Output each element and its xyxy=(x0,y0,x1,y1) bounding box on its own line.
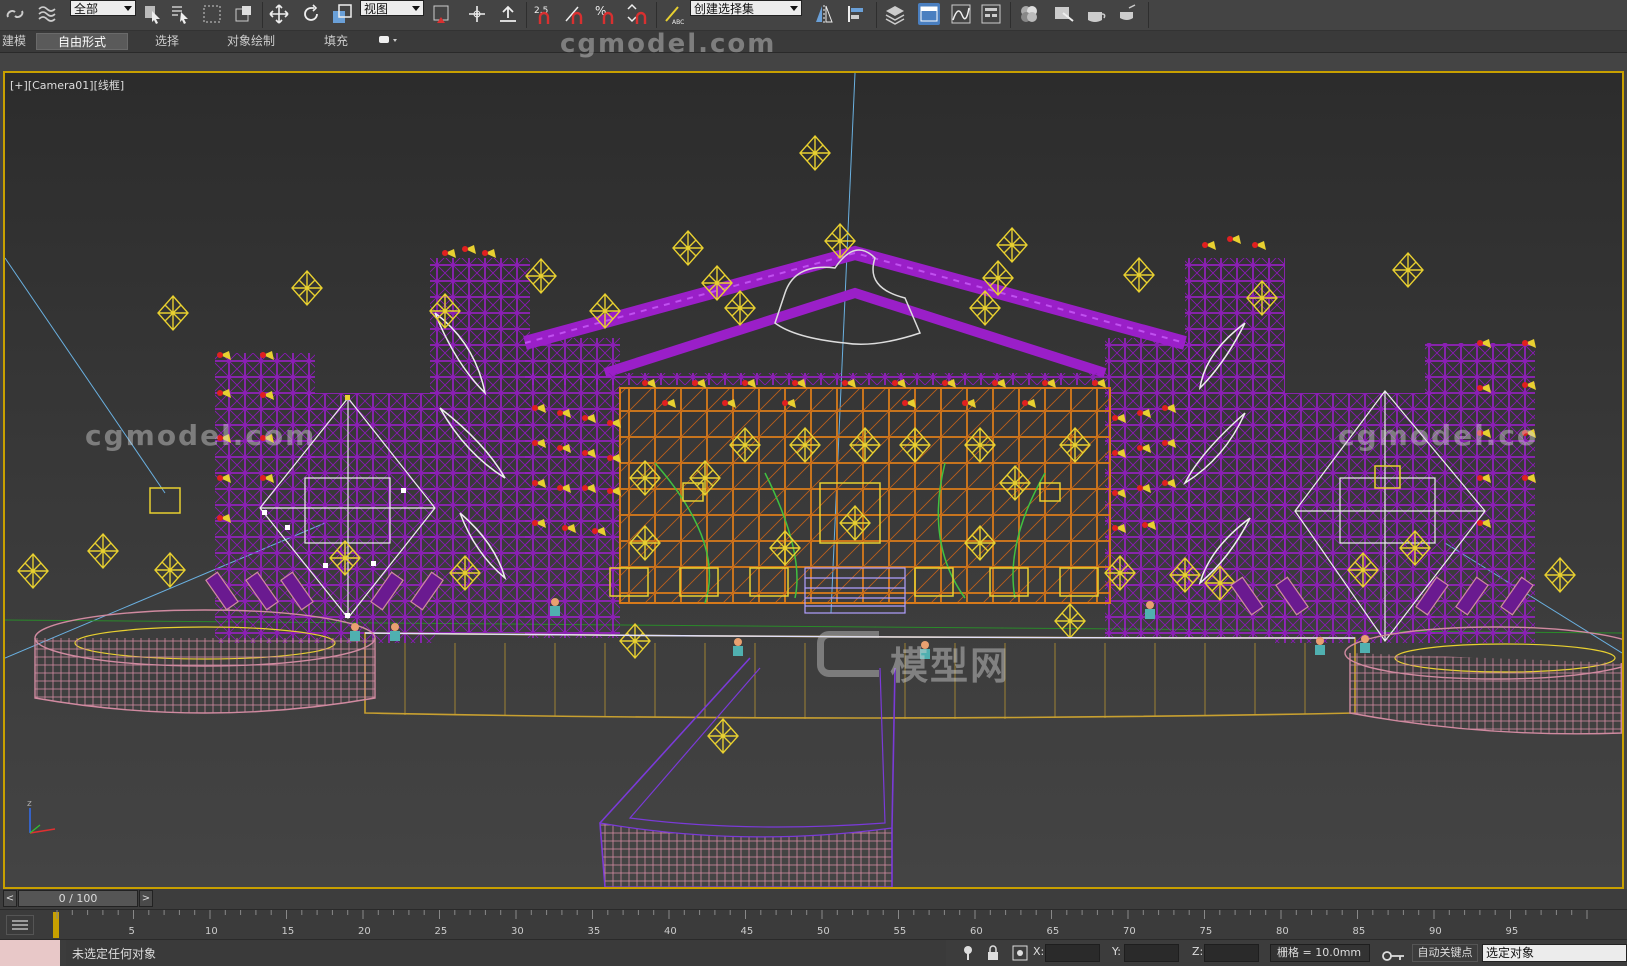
frame-tick-label: 75 xyxy=(1200,926,1213,937)
ribbon-tabs: 建模 自由形式 选择 对象绘制 填充 xyxy=(0,31,1627,53)
ribbon-options-icon[interactable] xyxy=(372,33,402,50)
material-editor-icon[interactable] xyxy=(1018,3,1040,25)
track-bar-menu-icon[interactable] xyxy=(6,915,34,935)
stage-wireframe-scene[interactable]: z xyxy=(5,73,1622,887)
viewport-camera-menu[interactable]: [Camera01] xyxy=(28,79,94,92)
grid-size-display: 栅格 = 10.0mm xyxy=(1270,944,1370,962)
angle-snap-icon[interactable] xyxy=(563,3,585,25)
curve-editor-icon[interactable] xyxy=(950,3,972,25)
viewport-menu-plus[interactable]: [+] xyxy=(10,79,28,92)
frame-tick-label: 35 xyxy=(588,926,601,937)
main-toolbar: 全部 视图 2.5 % ABC 创建选择集 xyxy=(0,0,1627,31)
keyboard-shortcut-icon[interactable] xyxy=(497,3,519,25)
tab-object-paint[interactable]: 对象绘制 xyxy=(214,33,288,50)
render-production-icon[interactable] xyxy=(1117,3,1139,25)
isolate-selection-icon[interactable] xyxy=(962,945,974,964)
selection-lock-icon[interactable] xyxy=(987,945,999,964)
frame-tick-label: 15 xyxy=(282,926,295,937)
time-slider[interactable]: 0 / 100 xyxy=(18,890,138,907)
watermark-center: 模型网 xyxy=(890,644,1011,688)
tab-selection[interactable]: 选择 xyxy=(140,33,194,50)
prompt-line-area: 未选定任何对象 xyxy=(66,940,946,966)
camera-viewport[interactable]: z [+][Camera01][线框] cgmodel.com cgmodel.… xyxy=(3,71,1624,889)
reference-coordinate-dropdown[interactable]: 视图 xyxy=(360,0,424,16)
frame-tick-label: 10 xyxy=(205,926,218,937)
x-label: X: xyxy=(1033,945,1045,958)
watermark-right: cgmodel.co xyxy=(1338,419,1539,452)
time-prev-button[interactable]: < xyxy=(3,890,17,907)
edit-named-selection-icon[interactable]: ABC xyxy=(662,3,684,25)
status-bar: 未选定任何对象 X: Y: Z: 栅格 = 10.0mm 自动关键点 选定对象 xyxy=(0,939,1627,966)
tab-populate[interactable]: 填充 xyxy=(312,33,360,50)
frame-tick-label: 95 xyxy=(1506,926,1519,937)
layer-explorer-icon[interactable] xyxy=(884,3,906,25)
frame-tick-label: 30 xyxy=(511,926,524,937)
frame-ruler[interactable]: 5 10 15 20 25 30 35 40 45 50 55 60 65 70 75 80 85 90 95 xyxy=(55,910,1627,940)
toolbar-gap: cgmodel.com xyxy=(0,29,1627,71)
frame-tick-label: 65 xyxy=(1047,926,1060,937)
frame-tick-label: 45 xyxy=(741,926,754,937)
frame-tick-label: 5 xyxy=(129,926,135,937)
bind-spacewarp-icon[interactable] xyxy=(36,3,58,25)
render-setup-icon[interactable] xyxy=(1053,3,1075,25)
frame-tick-label: 60 xyxy=(970,926,983,937)
track-bar[interactable]: 5 10 15 20 25 30 35 40 45 50 55 60 65 70 75 80 85 90 95 xyxy=(0,909,1627,940)
frame-tick-label: 55 xyxy=(894,926,907,937)
z-coordinate-field[interactable] xyxy=(1204,944,1259,962)
key-filter-dropdown[interactable]: 选定对象 xyxy=(1482,944,1627,962)
frame-tick-label: 25 xyxy=(435,926,448,937)
y-label: Y: xyxy=(1112,945,1121,958)
auto-key-button[interactable]: 自动关键点 xyxy=(1412,944,1478,962)
move-icon[interactable] xyxy=(268,3,290,25)
mirror-icon[interactable] xyxy=(813,3,835,25)
tab-modeling[interactable]: 建模 xyxy=(0,33,28,50)
link-icon[interactable] xyxy=(4,3,26,25)
select-manipulate-icon[interactable] xyxy=(466,3,488,25)
selection-filter-dropdown[interactable]: 全部 xyxy=(70,0,136,16)
select-by-name-icon[interactable] xyxy=(170,3,192,25)
frame-tick-label: 20 xyxy=(358,926,371,937)
rectangular-selection-icon[interactable] xyxy=(201,3,223,25)
y-coordinate-field[interactable] xyxy=(1124,944,1179,962)
watermark-left: cgmodel.com xyxy=(85,419,317,452)
toggle-ribbon-icon[interactable] xyxy=(918,3,940,25)
time-next-button[interactable]: > xyxy=(139,890,153,907)
rotate-icon[interactable] xyxy=(300,3,322,25)
viewport-shading-menu[interactable]: [线框] xyxy=(94,79,125,92)
maxscript-listener[interactable] xyxy=(0,940,60,966)
z-label: Z: xyxy=(1192,945,1204,958)
svg-text:ABC: ABC xyxy=(672,19,684,25)
frame-tick-label: 85 xyxy=(1353,926,1366,937)
absolute-mode-icon[interactable] xyxy=(1012,945,1028,964)
frame-tick-label: 90 xyxy=(1429,926,1442,937)
time-slider-bar: < 0 / 100 > xyxy=(0,889,1627,909)
tab-freeform[interactable]: 自由形式 xyxy=(36,33,128,50)
watermark-top: cgmodel.com xyxy=(560,29,777,59)
svg-text:z: z xyxy=(27,799,32,809)
schematic-view-icon[interactable] xyxy=(980,3,1002,25)
scale-icon[interactable] xyxy=(331,3,353,25)
window-crossing-icon[interactable] xyxy=(233,3,255,25)
set-key-icon[interactable] xyxy=(1378,944,1408,962)
snaps-toggle-icon[interactable]: 2.5 xyxy=(532,3,554,25)
watermark-logo-icon xyxy=(817,631,879,677)
frame-tick-label: 70 xyxy=(1123,926,1136,937)
x-coordinate-field[interactable] xyxy=(1045,944,1100,962)
percent-snap-icon[interactable]: % xyxy=(594,3,616,25)
viewport-label: [+][Camera01][线框] xyxy=(10,77,124,93)
spinner-snap-icon[interactable] xyxy=(625,3,647,25)
pivot-center-icon[interactable] xyxy=(430,3,452,25)
status-message: 未选定任何对象 xyxy=(72,947,157,961)
frame-tick-label: 40 xyxy=(664,926,677,937)
frame-tick-label: 80 xyxy=(1276,926,1289,937)
select-object-icon[interactable] xyxy=(142,3,164,25)
align-icon[interactable] xyxy=(846,3,868,25)
axis-gizmo: z xyxy=(27,799,56,834)
frame-tick-label: 50 xyxy=(817,926,830,937)
named-selection-set-dropdown[interactable]: 创建选择集 xyxy=(690,0,802,16)
rendered-frame-window-icon[interactable] xyxy=(1085,3,1107,25)
